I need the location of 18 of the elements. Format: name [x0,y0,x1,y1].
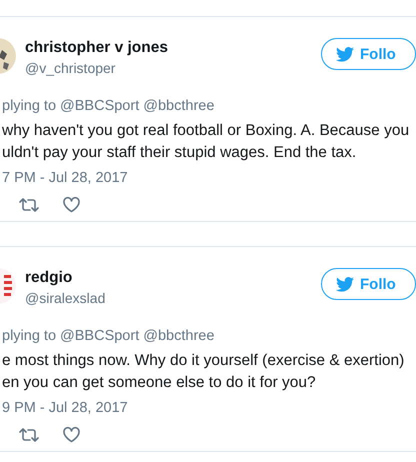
heart-icon[interactable] [63,427,80,443]
replying-to: plying to @BBCSport @bbcthree [2,97,216,115]
user-handle: @v_christoper [25,59,116,77]
tweet-time[interactable]: 9 PM - Jul 28, 2017 [2,399,416,417]
tweet-text: why haven't you got real football or Boxing. A. Because you uldn't pay your staff their stupid wages. End the tax. [2,121,410,163]
user-name[interactable]: christopher v jones [25,39,168,57]
tweet-text: e most things now. Why do it yourself (exercise & exertion) en you can get someone else to do it for you? [2,351,406,393]
user-name[interactable]: redgio [25,269,106,287]
retweet-icon[interactable] [19,427,39,443]
retweet-icon[interactable] [19,197,39,213]
replying-to: plying to @BBCSport @bbcthree [2,327,216,345]
user-handle: @siralexslad [25,289,106,307]
heart-icon[interactable] [63,197,80,213]
follow-button[interactable]: Follo [321,38,416,70]
bird-icon [336,276,354,292]
bird-icon [336,46,354,62]
follow-button[interactable]: Follo [321,268,416,300]
tweet-time[interactable]: 7 PM - Jul 28, 2017 [2,169,416,187]
